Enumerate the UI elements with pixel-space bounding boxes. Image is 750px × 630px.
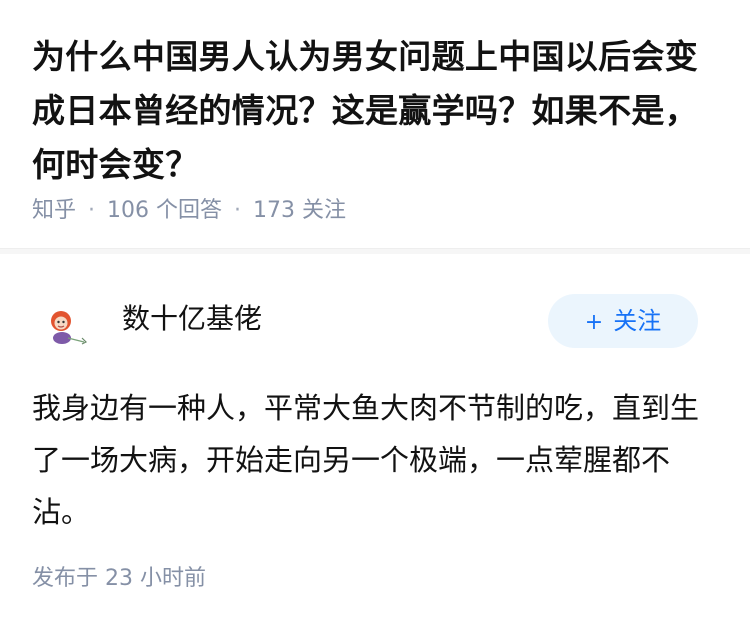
question-meta: 知乎 · 106 个回答 · 173 关注 bbox=[32, 196, 346, 226]
cartoon-avatar-icon bbox=[32, 294, 96, 358]
answer-count-unit: 个回答 bbox=[156, 198, 223, 223]
answer-card: 数十亿基佬 + 关注 我身边有一种人，平常大鱼大肉不节制的吃，直到生了一场大病，开… bbox=[0, 254, 750, 630]
answer-count: 106 bbox=[107, 198, 150, 223]
plus-icon: + bbox=[584, 310, 604, 335]
question-title[interactable]: 为什么中国男人认为男女问题上中国以后会变成日本曾经的情况？这是赢学吗？如果不是，… bbox=[32, 30, 718, 192]
follow-count: 173 bbox=[253, 198, 296, 223]
author-name[interactable]: 数十亿基佬 bbox=[122, 302, 262, 336]
author-avatar[interactable] bbox=[32, 294, 96, 358]
publish-time: 23 小时前 bbox=[105, 566, 207, 591]
answer-content[interactable]: 我身边有一种人，平常大鱼大肉不节制的吃，直到生了一场大病，开始走向另一个极端，一… bbox=[32, 382, 712, 538]
meta-separator: · bbox=[88, 198, 96, 223]
source-label: 知乎 bbox=[32, 198, 77, 223]
meta-separator: · bbox=[234, 198, 242, 223]
follow-button-label: 关注 bbox=[613, 307, 662, 335]
publish-info: 发布于 23 小时前 bbox=[32, 564, 206, 594]
question-header: 为什么中国男人认为男女问题上中国以后会变成日本曾经的情况？这是赢学吗？如果不是，… bbox=[0, 0, 750, 248]
publish-label: 发布于 bbox=[32, 566, 99, 591]
follow-count-unit: 关注 bbox=[302, 198, 347, 223]
follow-button[interactable]: + 关注 bbox=[548, 294, 698, 348]
